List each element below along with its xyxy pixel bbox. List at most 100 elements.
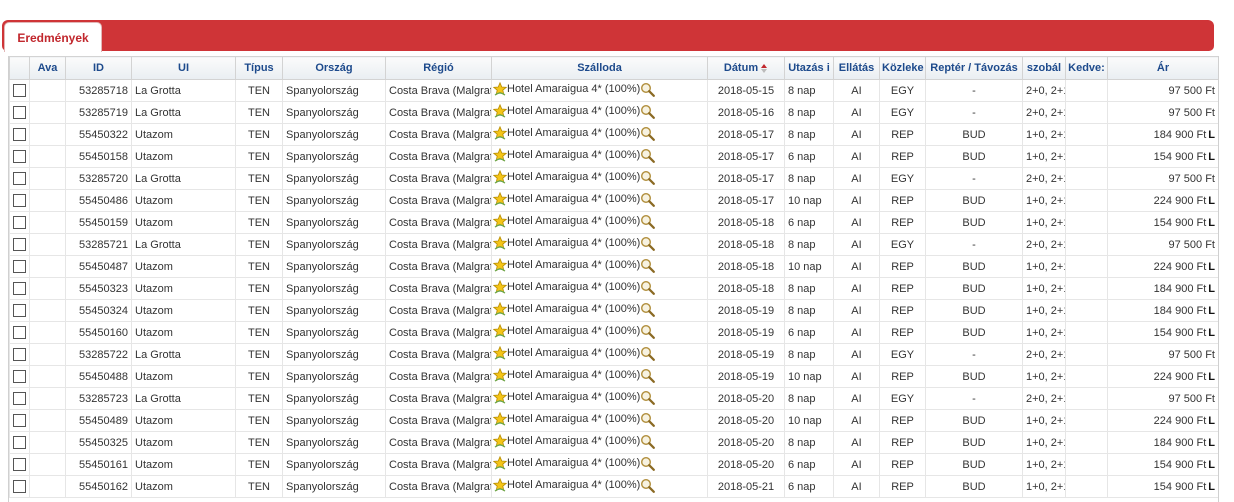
table-row[interactable]: 55450160 Utazom TEN Spanyolország Costa Brav… [9,321,1218,344]
row-checkbox[interactable] [13,436,26,449]
hotel-name[interactable]: Hotel Amaraigua 4* (100%) [507,171,640,183]
table-row[interactable]: 55450487 Utazom TEN Spanyolország Costa Brav… [9,255,1218,278]
magnifier-icon[interactable] [640,236,656,251]
table-row[interactable]: 55450161 Utazom TEN Spanyolország Costa Brav… [9,453,1218,476]
hotel-name[interactable]: Hotel Amaraigua 4* (100%) [507,435,640,447]
table-row[interactable]: 53285723 La Grotta TEN Spanyolország Costa B… [9,387,1218,410]
col-header-ava[interactable]: Ava [29,56,66,80]
col-header-regio[interactable]: Régió [385,56,492,80]
table-row[interactable]: 53285720 La Grotta TEN Spanyolország Costa B… [9,167,1218,190]
table-row[interactable]: 55450323 Utazom TEN Spanyolország Costa Brav… [9,277,1218,300]
col-header-id[interactable]: ID [65,56,132,80]
magnifier-icon[interactable] [640,148,656,163]
hotel-name[interactable]: Hotel Amaraigua 4* (100%) [507,127,640,139]
row-checkbox[interactable] [13,106,26,119]
table-row[interactable]: 55450486 Utazom TEN Spanyolország Costa Brav… [9,189,1218,212]
table-row[interactable]: 53285722 La Grotta TEN Spanyolország Costa B… [9,343,1218,366]
row-checkbox[interactable] [13,216,26,229]
hotel-cell: Hotel Amaraigua 4* (100%) [491,299,708,322]
col-header-kedvezmeny[interactable]: Kedve: [1065,56,1108,80]
magnifier-icon[interactable] [640,324,656,339]
col-header-ui[interactable]: UI [131,56,236,80]
table-row[interactable]: 53285721 La Grotta TEN Spanyolország Costa B… [9,233,1218,256]
row-checkbox[interactable] [13,260,26,273]
hotel-name[interactable]: Hotel Amaraigua 4* (100%) [507,303,640,315]
col-header-szoba[interactable]: szobál [1022,56,1066,80]
tab-eredmenyek[interactable]: Eredmények [4,22,102,52]
row-checkbox[interactable] [13,370,26,383]
magnifier-icon[interactable] [640,126,656,141]
hotel-cell: Hotel Amaraigua 4* (100%) [491,475,708,498]
table-row[interactable]: 55450322 Utazom TEN Spanyolország Costa Brav… [9,123,1218,146]
hotel-name[interactable]: Hotel Amaraigua 4* (100%) [507,347,640,359]
hotel-name[interactable]: Hotel Amaraigua 4* (100%) [507,413,640,425]
magnifier-icon[interactable] [640,192,656,207]
hotel-name[interactable]: Hotel Amaraigua 4* (100%) [507,391,640,403]
row-checkbox[interactable] [13,348,26,361]
hotel-name[interactable]: Hotel Amaraigua 4* (100%) [507,215,640,227]
row-checkbox[interactable] [13,194,26,207]
table-row[interactable]: 55450158 Utazom TEN Spanyolország Costa Brav… [9,145,1218,168]
magnifier-icon[interactable] [640,478,656,493]
row-checkbox[interactable] [13,84,26,97]
row-checkbox[interactable] [13,304,26,317]
col-header-repter[interactable]: Reptér / Távozás [925,56,1023,80]
table-row[interactable]: 55450489 Utazom TEN Spanyolország Costa Brav… [9,409,1218,432]
row-checkbox[interactable] [13,480,26,493]
row-checkbox[interactable] [13,282,26,295]
table-row[interactable]: 55450324 Utazom TEN Spanyolország Costa Brav… [9,299,1218,322]
table-row[interactable]: 53285719 La Grotta TEN Spanyolország Costa B… [9,101,1218,124]
utazas-cell: 10 nap [784,409,834,432]
tab-bar: Eredmények [2,20,1214,52]
col-header-datum[interactable]: Dátum [707,56,785,80]
row-checkbox[interactable] [13,414,26,427]
hotel-cell: Hotel Amaraigua 4* (100%) [491,189,708,212]
magnifier-icon[interactable] [640,346,656,361]
row-checkbox[interactable] [13,458,26,471]
hotel-name[interactable]: Hotel Amaraigua 4* (100%) [507,237,640,249]
row-checkbox[interactable] [13,392,26,405]
magnifier-icon[interactable] [640,368,656,383]
magnifier-icon[interactable] [640,104,656,119]
magnifier-icon[interactable] [640,82,656,97]
table-row[interactable]: 55450162 Utazom TEN Spanyolország Costa Brav… [9,475,1218,498]
row-checkbox[interactable] [13,128,26,141]
row-checkbox[interactable] [13,326,26,339]
col-header-szalloda[interactable]: Szálloda [491,56,708,80]
hotel-name[interactable]: Hotel Amaraigua 4* (100%) [507,325,640,337]
sort-asc-icon[interactable] [761,63,768,73]
magnifier-icon[interactable] [640,258,656,273]
magnifier-icon[interactable] [640,280,656,295]
hotel-name[interactable]: Hotel Amaraigua 4* (100%) [507,369,640,381]
szoba-cell: 2+0, 2+1 [1022,167,1066,190]
col-header-ar[interactable]: Ár [1107,56,1218,80]
hotel-name[interactable]: Hotel Amaraigua 4* (100%) [507,83,640,95]
hotel-name[interactable]: Hotel Amaraigua 4* (100%) [507,193,640,205]
table-row[interactable]: 55450325 Utazom TEN Spanyolország Costa Brav… [9,431,1218,454]
row-checkbox[interactable] [13,238,26,251]
magnifier-icon[interactable] [640,170,656,185]
col-header-orszag[interactable]: Ország [282,56,386,80]
hotel-name[interactable]: Hotel Amaraigua 4* (100%) [507,457,640,469]
table-row[interactable]: 55450159 Utazom TEN Spanyolország Costa Brav… [9,211,1218,234]
magnifier-icon[interactable] [640,456,656,471]
magnifier-icon[interactable] [640,412,656,427]
magnifier-icon[interactable] [640,214,656,229]
hotel-name[interactable]: Hotel Amaraigua 4* (100%) [507,105,640,117]
row-checkbox[interactable] [13,172,26,185]
col-header-select[interactable] [9,56,30,80]
magnifier-icon[interactable] [640,302,656,317]
hotel-name[interactable]: Hotel Amaraigua 4* (100%) [507,281,640,293]
hotel-name[interactable]: Hotel Amaraigua 4* (100%) [507,259,640,271]
hotel-name[interactable]: Hotel Amaraigua 4* (100%) [507,479,640,491]
row-checkbox[interactable] [13,150,26,163]
table-row[interactable]: 55450488 Utazom TEN Spanyolország Costa Brav… [9,365,1218,388]
col-header-ellatas[interactable]: Ellátás [833,56,880,80]
col-header-tipus[interactable]: Típus [235,56,283,80]
table-row[interactable]: 53285718 La Grotta TEN Spanyolország Costa B… [9,79,1218,102]
col-header-kozlekedes[interactable]: Közleke [879,56,926,80]
magnifier-icon[interactable] [640,434,656,449]
magnifier-icon[interactable] [640,390,656,405]
hotel-name[interactable]: Hotel Amaraigua 4* (100%) [507,149,640,161]
col-header-utazas[interactable]: Utazás i [784,56,834,80]
